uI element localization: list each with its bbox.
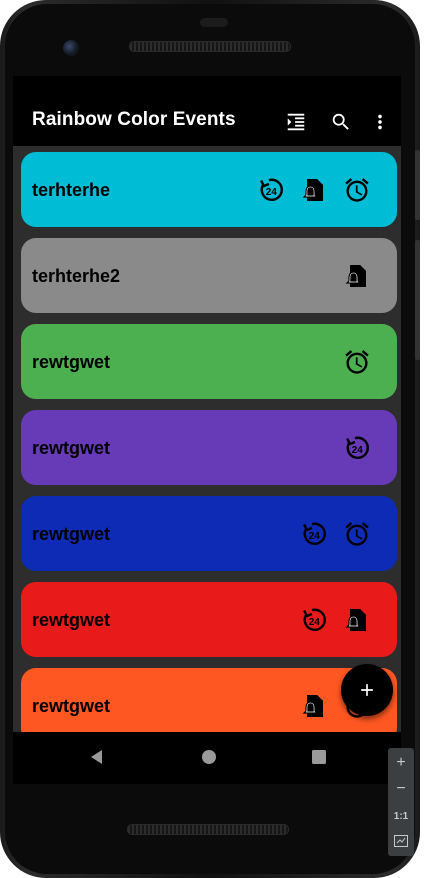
event-title: rewtgwet	[32, 610, 111, 630]
bottom-speaker-grille	[127, 824, 289, 835]
zoom-in-button[interactable]: +	[388, 752, 414, 774]
event-card[interactable]: terhterhe2	[21, 238, 397, 313]
svg-text:24: 24	[309, 531, 321, 542]
top-sensor	[200, 18, 228, 27]
repeat-24-icon: 24	[257, 176, 285, 204]
repeat-24-icon: 24	[300, 520, 328, 548]
app-bar: Rainbow Color Events	[13, 76, 401, 146]
add-event-fab[interactable]	[341, 664, 393, 716]
format-indent-icon[interactable]	[284, 110, 308, 134]
add-icon	[361, 684, 373, 696]
search-icon[interactable]	[329, 110, 353, 134]
event-title: rewtgwet	[32, 696, 111, 716]
notification-file-icon	[343, 262, 371, 290]
event-card[interactable]: rewtgwet 24	[21, 496, 397, 571]
alarm-icon	[343, 176, 371, 204]
event-card[interactable]: rewtgwet 24	[21, 582, 397, 657]
recents-square-icon[interactable]	[309, 747, 329, 767]
event-title: rewtgwet	[32, 524, 111, 544]
volume-button	[415, 240, 420, 360]
alarm-icon	[343, 348, 371, 376]
front-camera	[63, 40, 79, 56]
power-button	[415, 150, 420, 220]
more-vert-icon[interactable]	[368, 110, 392, 134]
svg-text:24: 24	[266, 187, 278, 198]
svg-text:24: 24	[352, 445, 364, 456]
event-card[interactable]: rewtgwet	[21, 324, 397, 399]
event-title: terhterhe2	[32, 266, 121, 286]
event-card[interactable]: terhterhe 24	[21, 152, 397, 227]
home-circle-icon[interactable]	[199, 747, 219, 767]
notification-file-icon	[343, 606, 371, 634]
alarm-icon	[343, 520, 371, 548]
system-nav-bar	[13, 732, 401, 784]
event-card[interactable]: rewtgwet	[21, 668, 397, 732]
back-triangle-icon[interactable]	[87, 747, 107, 767]
event-list[interactable]: terhterhe 24 terhterhe2 rewtgwet rewtgwet 24 r…	[13, 146, 401, 732]
emulator-toolbar: + − 1:1	[388, 748, 414, 856]
event-card[interactable]: rewtgwet 24	[21, 410, 397, 485]
notification-file-icon	[300, 176, 328, 204]
svg-text:24: 24	[309, 617, 321, 628]
repeat-24-icon: 24	[300, 606, 328, 634]
event-title: rewtgwet	[32, 352, 111, 372]
app-title: Rainbow Color Events	[32, 109, 236, 130]
fit-screen-icon[interactable]	[388, 830, 414, 852]
phone-device-frame: Rainbow Color Events terhterhe 24 terhterh…	[0, 0, 420, 878]
top-speaker-grille	[129, 41, 291, 52]
actual-size-button[interactable]: 1:1	[388, 805, 414, 827]
zoom-out-button[interactable]: −	[388, 778, 414, 800]
event-title: terhterhe	[32, 180, 111, 200]
repeat-24-icon: 24	[343, 434, 371, 462]
notification-file-icon	[300, 692, 328, 720]
event-title: rewtgwet	[32, 438, 111, 458]
